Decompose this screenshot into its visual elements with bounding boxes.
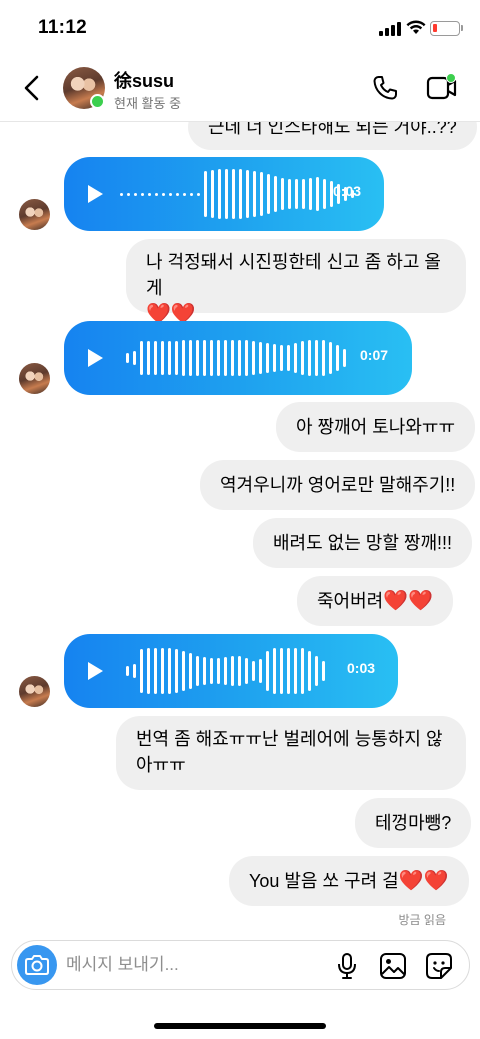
status-time: 11:12: [38, 17, 88, 38]
back-arrow-icon[interactable]: [20, 73, 44, 103]
outgoing-message[interactable]: 번역 좀 해죠ㅠㅠ난 벌레어에 능통하지 않아ㅠㅠ: [116, 716, 466, 790]
outgoing-message[interactable]: 근데 너 인스타해도 되는 거야..??: [188, 122, 477, 150]
home-indicator[interactable]: [154, 1023, 326, 1029]
outgoing-message[interactable]: 나 걱정돼서 시진핑한테 신고 좀 하고 올게 ❤️❤️: [126, 239, 466, 325]
outgoing-message[interactable]: 배려도 없는 망할 짱깨!!!: [253, 518, 473, 568]
camera-icon: [25, 955, 49, 975]
message-text: You 발음 쏘 구려 걸: [249, 871, 399, 891]
voice-message[interactable]: 0:03: [64, 634, 398, 708]
sticker-icon[interactable]: [425, 952, 453, 980]
message-input[interactable]: [66, 953, 326, 977]
seen-receipt: 방금 읽음: [398, 913, 447, 927]
outgoing-message[interactable]: 테껑마뺑?: [355, 798, 472, 848]
voice-message[interactable]: 0:07: [64, 321, 412, 395]
message-text: 아 짱깨어 토나와ㅠㅠ: [296, 417, 456, 437]
message-text: 죽어버려: [317, 591, 384, 611]
contact-name[interactable]: 徐susu: [114, 67, 174, 93]
sender-avatar[interactable]: [19, 676, 50, 707]
message-text: 배려도 없는 망할 짱깨!!!: [273, 533, 453, 553]
heart-emoji: ❤️❤️: [398, 870, 449, 892]
wifi-icon: [406, 20, 426, 34]
outgoing-message[interactable]: You 발음 쏘 구려 걸 ❤️❤️: [229, 856, 469, 906]
microphone-icon[interactable]: [336, 952, 358, 980]
chat-header: 徐susu 현재 활동 중: [0, 56, 480, 122]
contact-activity-status: 현재 활동 중: [114, 96, 182, 111]
sender-avatar[interactable]: [19, 363, 50, 394]
online-status-dot: [90, 94, 105, 109]
battery-icon: [430, 21, 460, 36]
outgoing-message[interactable]: 아 짱깨어 토나와ㅠㅠ: [276, 402, 476, 452]
gallery-icon[interactable]: [379, 952, 407, 980]
message-text: 나 걱정돼서 시진핑한테 신고 좀 하고 올게: [146, 252, 441, 298]
play-icon[interactable]: [86, 348, 104, 368]
message-text: 근데 너 인스타해도 되는 거야..??: [208, 122, 457, 137]
message-thread[interactable]: 근데 너 인스타해도 되는 거야..?? 0:03 나 걱정돼서 시진핑한테 신…: [0, 122, 480, 932]
voice-message[interactable]: 0:03: [64, 157, 384, 231]
status-bar: 11:12: [0, 0, 480, 56]
voice-waveform: [126, 634, 336, 708]
voice-duration: 0:03: [347, 660, 376, 676]
cellular-signal-icon: [379, 22, 401, 36]
voice-waveform: [120, 157, 354, 231]
voice-waveform: [126, 321, 354, 395]
message-text: 번역 좀 해죠ㅠㅠ난 벌레어에 능통하지 않아ㅠㅠ: [136, 729, 443, 775]
message-composer: [11, 940, 470, 990]
voice-duration: 0:03: [333, 183, 362, 199]
video-active-dot: [446, 73, 456, 83]
message-text: 역겨우니까 영어로만 말해주기!!: [220, 475, 456, 495]
sender-avatar[interactable]: [19, 199, 50, 230]
camera-button[interactable]: [17, 945, 57, 985]
battery-cap: [461, 25, 463, 31]
outgoing-message[interactable]: 죽어버려 ❤️❤️: [297, 576, 454, 626]
voice-duration: 0:07: [360, 347, 389, 363]
play-icon[interactable]: [86, 661, 104, 681]
phone-call-icon[interactable]: [371, 74, 399, 102]
outgoing-message[interactable]: 역겨우니까 영어로만 말해주기!!: [200, 460, 476, 510]
message-text: 테껑마뺑?: [375, 813, 452, 833]
play-icon[interactable]: [86, 184, 104, 204]
heart-emoji: ❤️❤️: [383, 590, 434, 612]
